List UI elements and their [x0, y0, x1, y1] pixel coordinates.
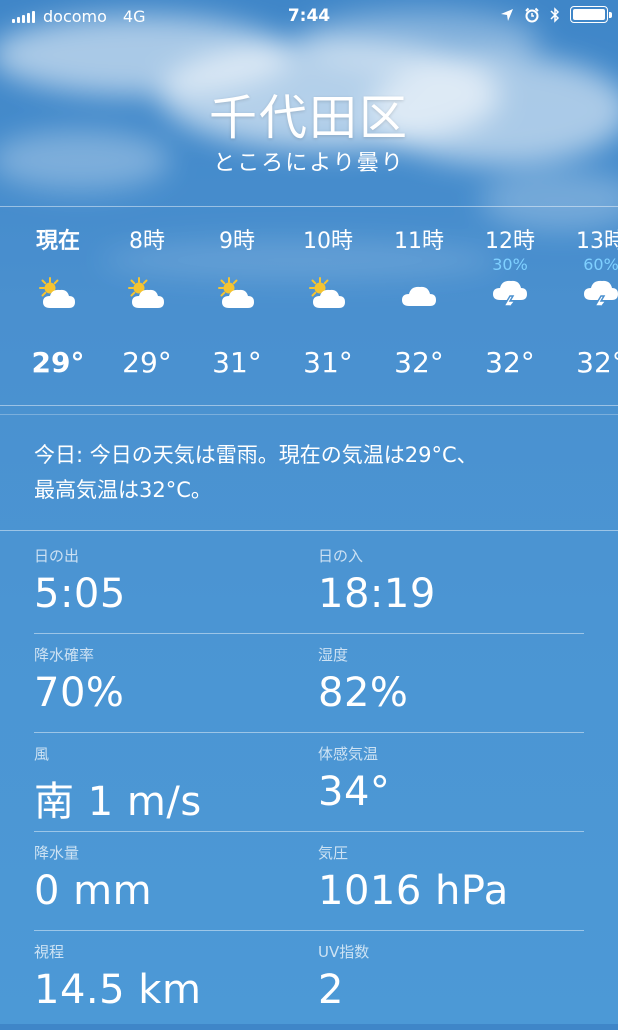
detail-row-visibility: 視程 14.5 km UV指数 2	[34, 931, 584, 1030]
summary-divider	[0, 530, 618, 531]
detail-wind: 風 南 1 m/s	[34, 743, 202, 827]
hour-label: 現在	[35, 229, 80, 254]
detail-value: 5:05	[34, 571, 126, 617]
partly-cloudy-icon	[39, 277, 75, 308]
current-condition: ところにより曇り	[213, 151, 405, 176]
hourly-top-divider	[0, 206, 618, 207]
detail-label: 日の入	[318, 547, 364, 565]
detail-value: 82%	[318, 670, 409, 716]
bluetooth-icon	[550, 6, 560, 23]
hour-precip: 30%	[492, 255, 528, 274]
detail-humidity: 湿度 82%	[318, 644, 408, 716]
detail-feels-like: 体感気温 34°	[318, 743, 390, 815]
location-name: 千代田区	[208, 90, 409, 146]
hour-label: 8時	[129, 229, 165, 254]
detail-label: 降水量	[34, 844, 80, 862]
detail-label: 体感気温	[318, 745, 379, 763]
detail-sunset: 日の入 18:19	[318, 545, 436, 617]
detail-value: 0 mm	[34, 868, 153, 914]
detail-value: 34°	[318, 769, 391, 815]
detail-label: 気圧	[318, 844, 349, 862]
detail-label: UV指数	[318, 943, 370, 961]
partly-cloudy-icon	[128, 277, 164, 308]
detail-precip-chance: 降水確率 70%	[34, 644, 124, 716]
detail-row-pressure: 降水量 0 mm 気圧 1016 hPa	[34, 832, 584, 931]
detail-precipitation: 降水量 0 mm	[34, 842, 152, 914]
partly-cloudy-icon	[309, 277, 345, 308]
hourly-bottom-divider-2	[0, 414, 618, 415]
hour-label: 10時	[303, 229, 353, 254]
detail-label: 降水確率	[34, 646, 95, 664]
detail-sunrise: 日の出 5:05	[34, 545, 126, 617]
hour-label: 12時	[485, 229, 535, 254]
hour-temp: 31°	[303, 346, 353, 379]
hour-temp: 32°	[576, 346, 618, 379]
detail-label: 日の出	[34, 547, 80, 565]
detail-value: 14.5 km	[34, 967, 202, 1013]
weather-details: 日の出 5:05 日の入 18:19 降水確率 70% 湿度 82% 風 南 1…	[34, 535, 584, 1030]
hour-temp: 32°	[485, 346, 535, 379]
hour-label: 11時	[394, 229, 444, 254]
alarm-icon	[525, 7, 539, 22]
hourly-bottom-divider	[0, 405, 618, 406]
location-arrow-icon	[501, 8, 513, 21]
summary-line-2: 最高気温は32°C。	[34, 478, 212, 502]
thunderstorm-icon	[493, 280, 527, 312]
hour-label: 13時	[576, 229, 618, 254]
hour-label: 9時	[219, 229, 255, 254]
hourly-forecast[interactable]: 現在 29° 8時 29° 9時 31° 10時 31° 11時 32° 12時…	[0, 208, 618, 408]
detail-value: 70%	[34, 670, 125, 716]
hour-precip: 60%	[583, 255, 618, 274]
hour-temp: 29°	[31, 346, 85, 379]
partly-cloudy-icon	[218, 277, 254, 308]
hour-temp: 31°	[212, 346, 262, 379]
battery-icon	[570, 6, 612, 23]
status-bar-right	[500, 6, 612, 23]
detail-value: 18:19	[318, 571, 436, 617]
daily-summary: 今日: 今日の天気は雷雨。現在の気温は29°C、 最高気温は32°C。	[34, 438, 594, 508]
detail-visibility: 視程 14.5 km	[34, 941, 201, 1013]
detail-row-wind: 風 南 1 m/s 体感気温 34°	[34, 733, 584, 832]
detail-row-sun: 日の出 5:05 日の入 18:19	[34, 535, 584, 634]
detail-uv-index: UV指数 2	[318, 941, 369, 1013]
status-bar: docomo 4G 7:44	[0, 0, 618, 34]
detail-pressure: 気圧 1016 hPa	[318, 842, 509, 914]
hour-temp: 32°	[394, 346, 444, 379]
detail-label: 風	[34, 745, 50, 763]
detail-value: 1016 hPa	[318, 868, 509, 914]
detail-value: 南 1 m/s	[34, 779, 202, 825]
detail-label: 視程	[34, 943, 65, 961]
detail-label: 湿度	[318, 646, 349, 664]
detail-row-precip: 降水確率 70% 湿度 82%	[34, 634, 584, 733]
detail-value: 2	[318, 967, 344, 1013]
thunderstorm-icon	[584, 280, 618, 312]
summary-line-1: 今日: 今日の天気は雷雨。現在の気温は29°C、	[34, 443, 478, 467]
hour-temp: 29°	[122, 346, 172, 379]
cloud-icon	[402, 286, 436, 306]
